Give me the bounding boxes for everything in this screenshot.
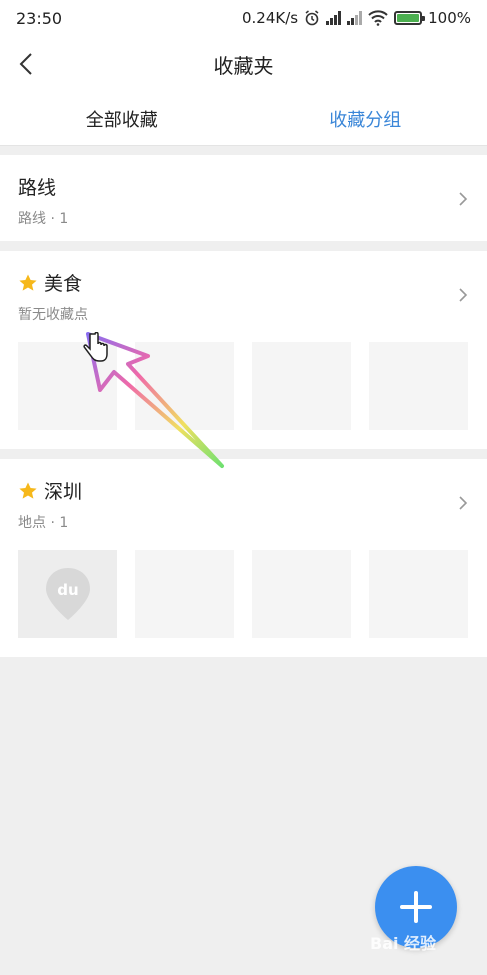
group-title-row: 深圳 bbox=[18, 477, 469, 504]
chevron-right-icon bbox=[457, 191, 469, 207]
status-time: 23:50 bbox=[16, 8, 63, 28]
chevron-right-icon bbox=[457, 495, 469, 511]
group-card-food[interactable]: 美食 暂无收藏点 bbox=[0, 251, 487, 449]
hand-cursor-icon bbox=[83, 332, 108, 362]
group-card-route[interactable]: 路线 路线 · 1 bbox=[0, 155, 487, 241]
battery-icon bbox=[394, 11, 426, 25]
tab-bar: 全部收藏 收藏分组 bbox=[0, 92, 487, 146]
thumbnail-placeholder bbox=[135, 342, 234, 430]
place-thumbnail[interactable]: du bbox=[18, 550, 117, 638]
thumbnail-placeholder bbox=[369, 550, 468, 638]
thumbnail-placeholder bbox=[252, 550, 351, 638]
status-right: 0.24K/s 100% bbox=[242, 9, 471, 27]
thumbnail-placeholder bbox=[252, 342, 351, 430]
thumbnail-placeholder bbox=[135, 550, 234, 638]
group-card-shenzhen[interactable]: 深圳 地点 · 1 du bbox=[0, 459, 487, 657]
back-button[interactable] bbox=[12, 48, 44, 80]
plus-icon bbox=[400, 891, 432, 923]
group-subtitle: 地点 · 1 bbox=[18, 515, 69, 531]
page-title: 收藏夹 bbox=[213, 53, 274, 78]
star-icon bbox=[19, 274, 37, 291]
thumbnail-row bbox=[0, 324, 487, 430]
logo-text: du bbox=[57, 581, 78, 599]
nav-bar: 收藏夹 bbox=[0, 36, 487, 92]
group-title-row: 美食 bbox=[18, 269, 469, 296]
group-title: 路线 bbox=[18, 177, 57, 199]
chevron-left-icon bbox=[19, 53, 32, 75]
thumbnail-placeholder bbox=[369, 342, 468, 430]
network-speed: 0.24K/s bbox=[242, 9, 299, 27]
signal-icon bbox=[326, 11, 342, 25]
battery-percent: 100% bbox=[428, 9, 471, 27]
group-subtitle: 暂无收藏点 bbox=[18, 307, 88, 323]
group-subtitle: 路线 · 1 bbox=[18, 211, 69, 227]
group-title: 美食 bbox=[44, 273, 83, 295]
watermark: Bai 经验 bbox=[370, 934, 437, 953]
wifi-icon bbox=[368, 10, 388, 26]
signal-2-icon bbox=[347, 11, 363, 25]
status-bar: 23:50 0.24K/s 100% bbox=[0, 0, 487, 36]
star-icon bbox=[19, 482, 37, 499]
group-title: 深圳 bbox=[44, 481, 83, 503]
tab-favorite-groups[interactable]: 收藏分组 bbox=[244, 92, 487, 145]
baidu-map-pin-icon: du bbox=[45, 568, 90, 620]
alarm-icon bbox=[305, 10, 319, 26]
thumbnail-row: du bbox=[0, 532, 487, 638]
tab-all-favorites[interactable]: 全部收藏 bbox=[0, 92, 244, 145]
chevron-right-icon bbox=[457, 287, 469, 303]
